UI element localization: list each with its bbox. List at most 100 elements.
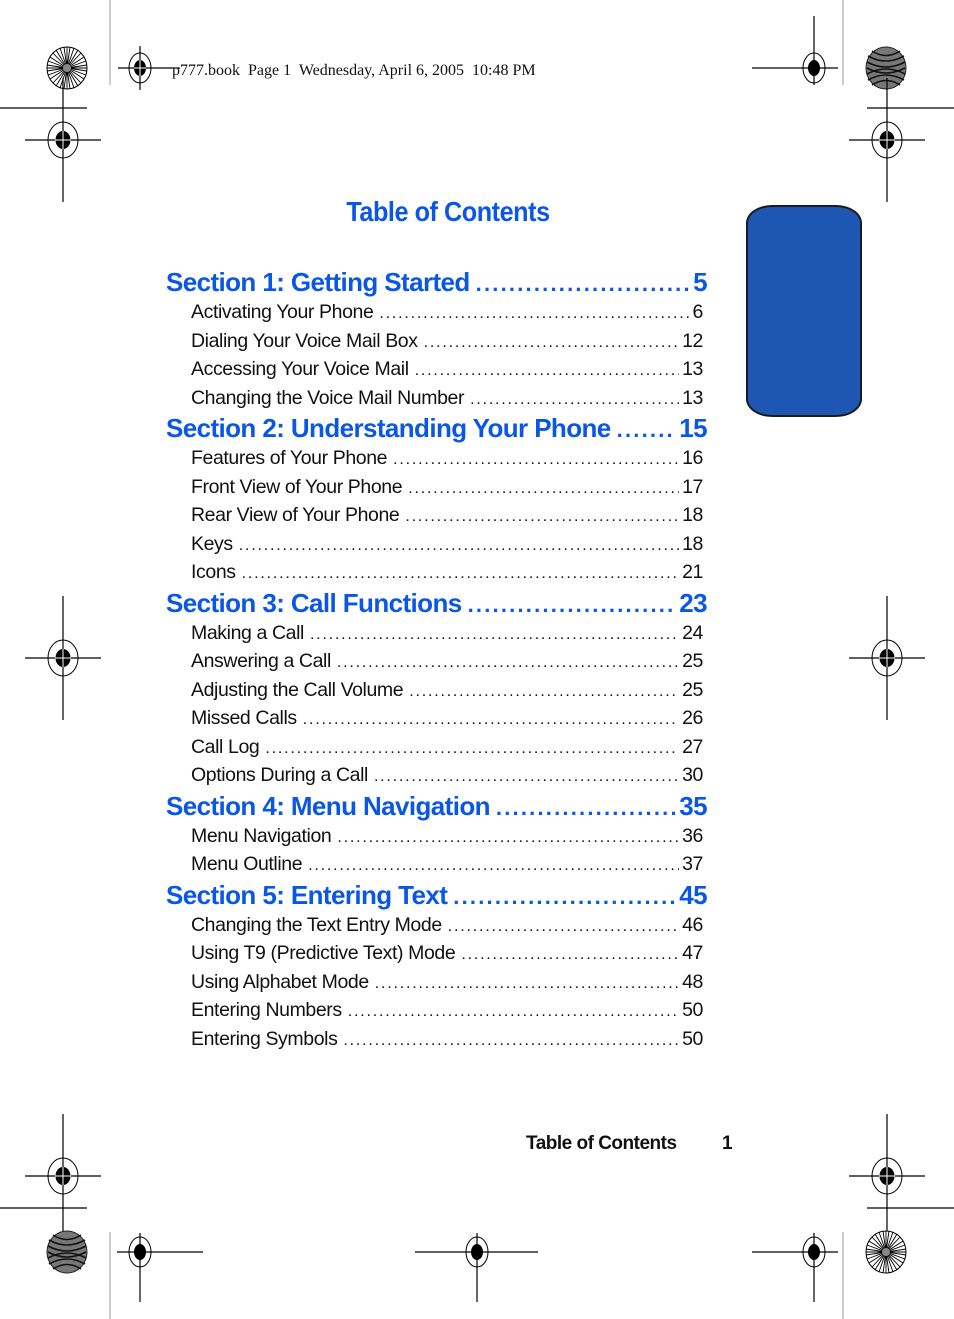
toc-section-page: 35 [679,790,707,821]
toc-item-entry[interactable]: Dialing Your Voice Mail Box 12 [166,327,703,356]
registration-mark-icon [848,77,926,203]
side-tab [746,205,862,417]
toc-item-page: 17 [682,475,703,498]
leader-dots [453,881,676,913]
toc-item-entry[interactable]: Activating Your Phone 6 [166,298,703,327]
toc-section-entry[interactable]: Section 2: Understanding Your Phone 15 [166,412,708,444]
toc-item-title: Options During a Call [191,764,368,786]
toc-section-entry[interactable]: Section 4: Menu Navigation 35 [166,790,708,824]
toc-item-page: 24 [682,621,703,644]
toc-item-page: 13 [682,386,703,409]
toc-item-entry[interactable]: Changing the Voice Mail Number 13 [166,384,703,413]
leader-dots [375,970,679,999]
toc-section-entry[interactable]: Section 5: Entering Text 45 [166,879,708,913]
page-title: Table of Contents [346,196,550,227]
toc-item-page: 21 [682,561,703,583]
color-bar-moire-icon [865,46,907,90]
toc-item-entry[interactable]: Features of Your Phone 16 [166,444,703,473]
leader-dots [424,329,680,358]
leader-dots [496,792,676,824]
toc-item-entry[interactable]: Entering Numbers 50 [166,996,703,1025]
toc-item-title: Entering Numbers [191,999,342,1021]
toc-item-title: Answering a Call [191,650,331,672]
toc-item-title: Menu Outline [191,853,303,875]
leader-dots [265,735,679,764]
toc-section-title: Section 4: Menu Navigation [166,790,490,821]
toc-item-entry[interactable]: Options During a Call 30 [166,761,703,790]
side-tab-label: Table of Contents [53,240,72,374]
toc-item-title: Call Log [191,735,260,758]
toc-item-page: 36 [682,824,703,847]
leader-dots [409,678,679,707]
toc-item-entry[interactable]: Using Alphabet Mode 48 [166,968,703,997]
registration-mark-icon [752,16,838,85]
leader-dots [470,386,679,415]
leader-dots [408,475,679,504]
toc-item-title: Keys [191,532,233,555]
toc-item-entry[interactable]: Missed Calls 26 [166,704,703,733]
toc-item-entry[interactable]: Entering Symbols 50 [166,1025,703,1054]
toc-section-title: Section 2: Understanding Your Phone [166,413,611,443]
toc-item-entry[interactable]: Icons 21 [166,558,703,587]
toc-item-title: Menu Navigation [191,824,332,847]
leader-dots [348,998,679,1027]
color-bar-starburst-icon [46,46,88,90]
toc-item-title: Changing the Voice Mail Number [191,386,465,409]
toc-item-entry[interactable]: Changing the Text Entry Mode 46 [166,911,703,940]
toc-section-title: Section 1: Getting Started [166,267,470,297]
toc-item-title: Adjusting the Call Volume [191,678,404,701]
registration-mark-icon [117,45,181,91]
toc-section-entry[interactable]: Section 3: Call Functions 23 [166,587,708,619]
toc-section-entry[interactable]: Section 1: Getting Started 5 [166,266,708,298]
leader-dots [415,357,679,386]
leader-dots [337,649,679,678]
footer-title: Table of Contents [526,1133,677,1154]
leader-dots [303,706,679,735]
table-of-contents: Section 1: Getting Started5Activating Yo… [166,266,708,1054]
leader-dots [239,532,679,561]
leader-dots [393,446,679,475]
toc-item-title: Making a Call [191,621,304,644]
toc-item-entry[interactable]: Rear View of Your Phone 18 [166,501,703,530]
toc-section-page: 15 [679,413,707,443]
toc-item-entry[interactable]: Menu Outline 37 [166,850,703,879]
toc-item-title: Missed Calls [191,707,297,729]
toc-item-title: Icons [191,561,236,583]
registration-mark-icon [415,1233,538,1302]
toc-section-title: Section 3: Call Functions [166,587,462,618]
toc-item-title: Using Alphabet Mode [191,970,369,993]
toc-item-entry[interactable]: Call Log 27 [166,733,703,762]
leader-dots [461,941,679,970]
leader-dots [448,913,679,942]
toc-item-entry[interactable]: Accessing Your Voice Mail 13 [166,355,703,384]
toc-item-page: 37 [682,853,703,875]
registration-mark-icon [24,1113,102,1239]
leader-dots [379,300,689,329]
toc-item-entry[interactable]: Making a Call 24 [166,619,703,648]
toc-item-entry[interactable]: Answering a Call 25 [166,647,703,676]
toc-item-entry[interactable]: Menu Navigation 36 [166,822,703,851]
toc-item-page: 13 [682,358,703,380]
leader-dots [405,503,679,532]
toc-item-page: 30 [682,764,703,786]
toc-item-entry[interactable]: Using T9 (Predictive Text) Mode 47 [166,939,703,968]
toc-item-page: 27 [682,735,703,758]
leader-dots [374,763,679,792]
toc-item-entry[interactable]: Keys 18 [166,530,703,559]
registration-mark-icon [752,1233,838,1302]
toc-item-entry[interactable]: Front View of Your Phone 17 [166,473,703,502]
leader-dots [310,621,679,650]
toc-item-page: 25 [682,650,703,672]
toc-item-title: Changing the Text Entry Mode [191,913,442,936]
toc-item-title: Activating Your Phone [191,301,374,323]
toc-section-page: 5 [693,267,707,297]
toc-item-entry[interactable]: Adjusting the Call Volume 25 [166,676,703,705]
registration-mark-icon [117,1233,203,1302]
color-bar-starburst-icon [865,1230,907,1274]
toc-item-title: Dialing Your Voice Mail Box [191,329,418,352]
leader-dots [308,852,679,881]
toc-item-page: 48 [682,970,703,993]
registration-mark-icon [848,595,926,721]
toc-item-page: 6 [692,301,704,323]
toc-item-title: Front View of Your Phone [191,475,403,498]
